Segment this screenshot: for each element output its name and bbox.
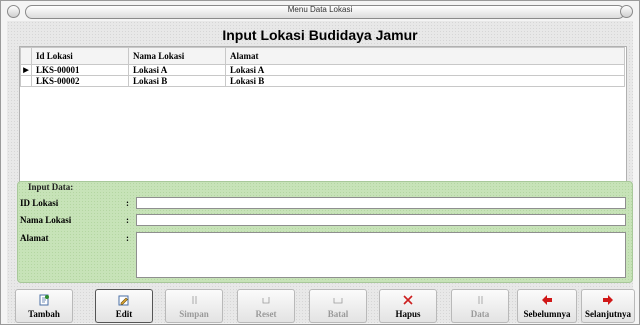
data-icon (452, 294, 508, 306)
save-icon (166, 294, 222, 306)
alamat-label: Alamat (20, 233, 49, 243)
batal-button[interactable]: Batal (309, 289, 367, 323)
sebelumnya-button[interactable]: Sebelumnya (517, 289, 577, 323)
batal-label: Batal (327, 309, 349, 319)
id-lokasi-label: ID Lokasi (20, 198, 59, 208)
col-header-alamat[interactable]: Alamat (225, 47, 625, 65)
edit-label: Edit (115, 309, 133, 319)
row-selector[interactable] (20, 75, 32, 87)
reset-label: Reset (255, 309, 277, 319)
simpan-button[interactable]: Simpan (165, 289, 223, 323)
input-data-panel: Input Data: ID Lokasi : Nama Lokasi : Al… (17, 181, 633, 283)
delete-icon (380, 294, 436, 306)
cell-alamat[interactable]: Lokasi B (225, 75, 625, 87)
cell-nama[interactable]: Lokasi A (128, 64, 226, 76)
cancel-icon (310, 294, 366, 306)
data-button[interactable]: Data (451, 289, 509, 323)
app-window: Menu Data Lokasi Input Lokasi Budidaya J… (0, 0, 640, 325)
nama-lokasi-field[interactable] (136, 214, 626, 226)
id-lokasi-field[interactable] (136, 197, 626, 209)
form-body: Input Lokasi Budidaya Jamur Id Lokasi Na… (7, 21, 635, 325)
edit-button[interactable]: Edit (95, 289, 153, 323)
arrow-left-icon (518, 294, 576, 306)
id-lokasi-colon: : (126, 198, 129, 208)
table-row[interactable]: LKS-00002 Lokasi B Lokasi B (20, 75, 625, 87)
table-row[interactable]: ▶ LKS-00001 Lokasi A Lokasi A (20, 64, 625, 76)
reset-button[interactable]: Reset (237, 289, 295, 323)
cell-id[interactable]: LKS-00002 (31, 75, 129, 87)
page-title: Input Lokasi Budidaya Jamur (222, 27, 418, 43)
nama-lokasi-colon: : (126, 215, 129, 225)
grid-header-row: Id Lokasi Nama Lokasi Alamat (20, 47, 625, 65)
grid-corner (20, 47, 32, 65)
input-data-title: Input Data: (28, 182, 74, 192)
selanjutnya-label: Selanjutnya (584, 309, 631, 319)
alamat-colon: : (126, 233, 129, 243)
cell-alamat[interactable]: Lokasi A (225, 64, 625, 76)
window-title: Menu Data Lokasi (287, 5, 353, 14)
add-document-icon (16, 294, 72, 306)
data-label: Data (470, 309, 490, 319)
reset-icon (238, 294, 294, 306)
title-bar: Menu Data Lokasi (3, 2, 637, 20)
sebelumnya-label: Sebelumnya (523, 309, 571, 319)
tambah-button[interactable]: Tambah (15, 289, 73, 323)
hapus-button[interactable]: Hapus (379, 289, 437, 323)
action-toolbar: Tambah Edit Simpan Reset Batal Hapus Dat… (15, 287, 635, 325)
hapus-label: Hapus (395, 309, 421, 319)
col-header-nama[interactable]: Nama Lokasi (128, 47, 226, 65)
col-header-id[interactable]: Id Lokasi (31, 47, 129, 65)
row-selector-icon[interactable]: ▶ (20, 64, 32, 76)
window-toggle-icon[interactable] (620, 5, 633, 18)
cell-nama[interactable]: Lokasi B (128, 75, 226, 87)
simpan-label: Simpan (179, 309, 209, 319)
alamat-field[interactable] (136, 232, 626, 278)
edit-icon (96, 294, 152, 306)
arrow-right-icon (582, 294, 634, 306)
lokasi-grid[interactable]: Id Lokasi Nama Lokasi Alamat ▶ LKS-00001… (19, 46, 627, 194)
tambah-label: Tambah (28, 309, 60, 319)
nama-lokasi-label: Nama Lokasi (20, 215, 72, 225)
selanjutnya-button[interactable]: Selanjutnya (581, 289, 635, 323)
cell-id[interactable]: LKS-00001 (31, 64, 129, 76)
